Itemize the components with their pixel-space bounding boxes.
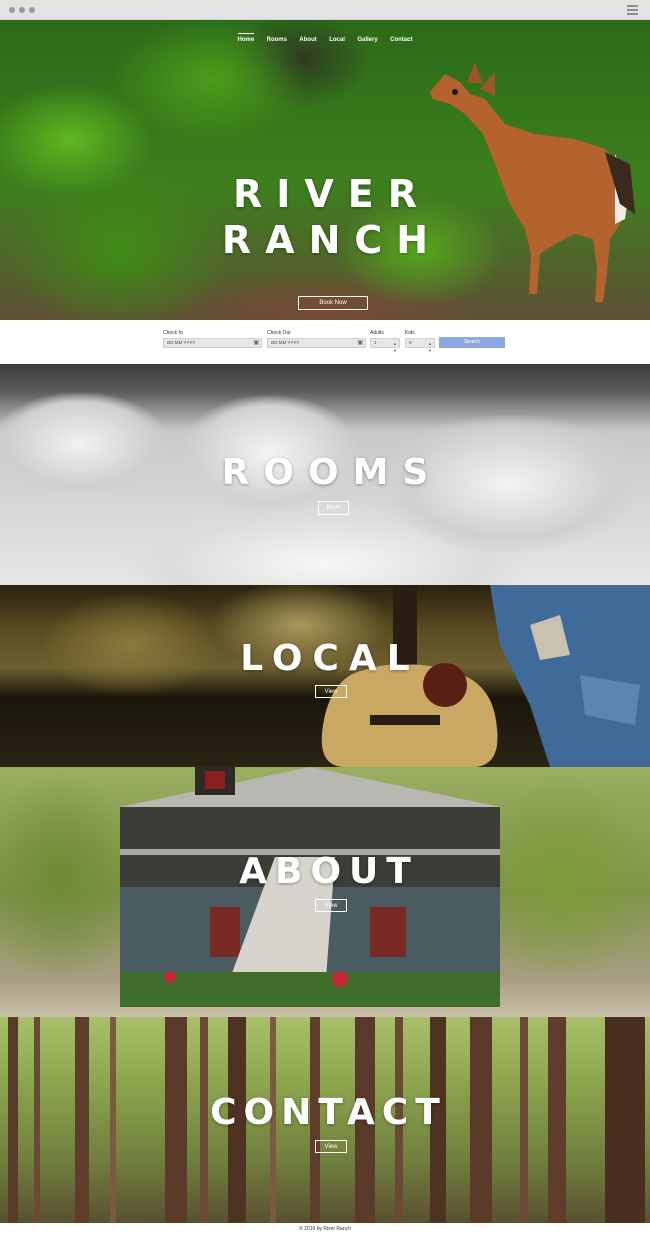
nav-item-home[interactable]: Home [237, 33, 255, 43]
window-dot-icon[interactable] [29, 7, 35, 13]
about-section: ABOUT View [0, 767, 650, 1017]
check-out-placeholder: DD MM YYYY [271, 340, 300, 345]
nav-item-about[interactable]: About [299, 34, 316, 43]
rooms-title: ROOMS [221, 452, 443, 493]
nav-item-local[interactable]: Local [329, 34, 345, 43]
rooms-book-button[interactable]: Book [318, 501, 349, 515]
check-in-label: Check In [163, 330, 183, 336]
local-section: LOCAL View [0, 585, 650, 767]
footer-copyright: © 2016 by River Ranch [299, 1226, 351, 1232]
hero-section: Home Rooms About Local Gallery Contact R… [0, 20, 650, 320]
nav-item-gallery[interactable]: Gallery [357, 34, 377, 43]
contact-view-button[interactable]: View [315, 1140, 347, 1153]
window-dot-icon[interactable] [9, 7, 15, 13]
kids-value: 0 [409, 340, 412, 345]
contact-section: CONTACT View [0, 1017, 650, 1223]
nav-item-contact[interactable]: Contact [390, 34, 412, 43]
calendar-icon[interactable]: ▣ [253, 340, 259, 347]
hero-title-river: RIVER [232, 172, 432, 216]
about-title: ABOUT [239, 851, 419, 892]
hero-title-ranch: RANCH [221, 218, 443, 262]
book-now-button[interactable]: Book Now [298, 296, 368, 310]
footer: © 2016 by River Ranch [0, 1223, 650, 1236]
browser-chrome [0, 0, 650, 20]
adults-value: 1 [374, 340, 377, 345]
local-view-button[interactable]: View [315, 685, 347, 698]
local-title: LOCAL [240, 638, 420, 679]
booking-form: Check In DD MM YYYY ▣ Check Out DD MM YY… [0, 320, 650, 362]
hamburger-menu-icon[interactable] [627, 5, 638, 15]
check-in-placeholder: DD MM YYYY [167, 340, 196, 345]
search-button[interactable]: Search [439, 337, 505, 348]
adults-stepper[interactable]: 1 ▲ ▼ [370, 338, 400, 353]
kids-label: Kids [405, 330, 415, 336]
about-view-button[interactable]: View [315, 899, 347, 912]
check-in-field[interactable]: DD MM YYYY ▣ [163, 338, 262, 348]
check-out-field[interactable]: DD MM YYYY ▣ [267, 338, 366, 348]
contact-title: CONTACT [210, 1092, 447, 1133]
calendar-icon[interactable]: ▣ [357, 340, 363, 347]
window-dot-icon[interactable] [19, 7, 25, 13]
main-nav: Home Rooms About Local Gallery Contact [0, 28, 650, 46]
adults-label: Adults [370, 330, 384, 336]
nav-item-rooms[interactable]: Rooms [267, 34, 287, 43]
stepper-arrows-icon[interactable]: ▲ ▼ [393, 340, 397, 354]
check-out-label: Check Out [267, 330, 291, 336]
rooms-section: ROOMS Book [0, 364, 650, 585]
kids-stepper[interactable]: 0 ▲ ▼ [405, 338, 435, 353]
stepper-arrows-icon[interactable]: ▲ ▼ [428, 340, 432, 354]
